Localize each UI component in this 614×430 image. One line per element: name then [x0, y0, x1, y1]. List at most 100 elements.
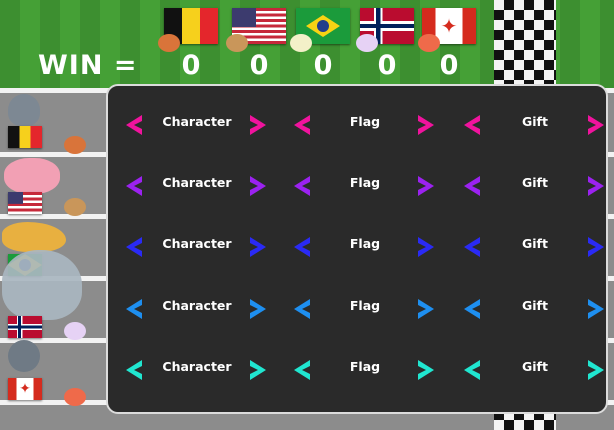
flag-label: Flag — [349, 298, 381, 313]
player-row: Character Flag Gift — [108, 349, 606, 389]
chevron-right-icon — [244, 234, 270, 260]
pig-character — [4, 158, 60, 194]
character-next-button[interactable] — [244, 296, 270, 322]
chevron-left-icon — [290, 234, 316, 260]
chevron-right-icon — [412, 112, 438, 138]
chevron-left-icon — [460, 112, 486, 138]
flag-next-button[interactable] — [412, 173, 438, 199]
flag-next-button[interactable] — [412, 234, 438, 260]
chevron-right-icon — [412, 173, 438, 199]
chevron-left-icon — [290, 357, 316, 383]
player-row: Character Flag Gift — [108, 165, 606, 205]
lane-flag-norway — [8, 316, 42, 338]
chevron-left-icon — [122, 173, 148, 199]
chevron-right-icon — [582, 357, 608, 383]
character-next-button[interactable] — [244, 357, 270, 383]
chevron-right-icon — [244, 357, 270, 383]
gift-selector: Gift — [460, 349, 610, 389]
chevron-right-icon — [244, 296, 270, 322]
character-prev-button[interactable] — [122, 234, 148, 260]
gift-label: Gift — [522, 114, 548, 129]
chevron-right-icon — [582, 112, 608, 138]
gift-token — [64, 198, 86, 216]
gift-prev-button[interactable] — [460, 173, 486, 199]
gift-token — [64, 388, 86, 406]
character-prev-button[interactable] — [122, 112, 148, 138]
chevron-right-icon — [244, 173, 270, 199]
gift-next-button[interactable] — [582, 234, 608, 260]
gift-selector: Gift — [460, 226, 610, 266]
flag-prev-button[interactable] — [290, 112, 316, 138]
flag-prev-button[interactable] — [290, 173, 316, 199]
gift-label: Gift — [522, 359, 548, 374]
chevron-right-icon — [244, 112, 270, 138]
gift-prev-button[interactable] — [460, 234, 486, 260]
character-selector: Character — [122, 288, 272, 328]
chevron-left-icon — [122, 357, 148, 383]
character-selector: Character — [122, 349, 272, 389]
character-prev-button[interactable] — [122, 296, 148, 322]
flag-label: Flag — [349, 359, 381, 374]
chevron-right-icon — [582, 173, 608, 199]
chevron-left-icon — [290, 112, 316, 138]
chevron-right-icon — [412, 234, 438, 260]
flag-selector: Flag — [290, 226, 440, 266]
lane-flag-canada: ✦ — [8, 378, 42, 400]
chevron-left-icon — [290, 296, 316, 322]
gift-next-button[interactable] — [582, 357, 608, 383]
character-next-button[interactable] — [244, 112, 270, 138]
score-player-4: 0 — [377, 50, 397, 81]
character-label: Character — [162, 114, 232, 129]
chevron-left-icon — [122, 234, 148, 260]
chevron-left-icon — [460, 357, 486, 383]
gift-label: Gift — [522, 236, 548, 251]
flag-selector: Flag — [290, 165, 440, 205]
flag-label: Flag — [349, 114, 381, 129]
flag-label: Flag — [349, 236, 381, 251]
flag-selector: Flag — [290, 288, 440, 328]
character-prev-button[interactable] — [122, 357, 148, 383]
gift-next-button[interactable] — [582, 173, 608, 199]
character-selector: Character — [122, 165, 272, 205]
gift-next-button[interactable] — [582, 112, 608, 138]
gift-selector: Gift — [460, 104, 610, 144]
flag-label: Flag — [349, 175, 381, 190]
score-player-3: 0 — [313, 50, 333, 81]
gift-selector: Gift — [460, 165, 610, 205]
flag-prev-button[interactable] — [290, 296, 316, 322]
flag-prev-button[interactable] — [290, 357, 316, 383]
character-next-button[interactable] — [244, 234, 270, 260]
chevron-left-icon — [122, 296, 148, 322]
lane-flag-belgium — [8, 126, 42, 148]
gift-label: Gift — [522, 298, 548, 313]
character-prev-button[interactable] — [122, 173, 148, 199]
flag-prev-button[interactable] — [290, 234, 316, 260]
pigeon-character — [8, 94, 40, 126]
gift-prev-button[interactable] — [460, 357, 486, 383]
win-label: WIN = — [38, 50, 138, 81]
character-label: Character — [162, 175, 232, 190]
flag-selector: Flag — [290, 349, 440, 389]
chevron-right-icon — [412, 357, 438, 383]
gift-prev-button[interactable] — [460, 112, 486, 138]
flag-selector: Flag — [290, 104, 440, 144]
pigeon-character — [8, 340, 40, 372]
player-row: Character Flag Gift — [108, 226, 606, 266]
gift-label: Gift — [522, 175, 548, 190]
score-player-2: 0 — [249, 50, 269, 81]
flag-next-button[interactable] — [412, 296, 438, 322]
gift-prev-button[interactable] — [460, 296, 486, 322]
character-label: Character — [162, 298, 232, 313]
player-row: Character Flag Gift — [108, 104, 606, 144]
gift-selector: Gift — [460, 288, 610, 328]
flag-next-button[interactable] — [412, 112, 438, 138]
gift-token — [64, 322, 86, 340]
player-row: Character Flag Gift — [108, 288, 606, 328]
chevron-left-icon — [460, 234, 486, 260]
character-selector: Character — [122, 226, 272, 266]
chevron-left-icon — [460, 296, 486, 322]
character-next-button[interactable] — [244, 173, 270, 199]
character-selector: Character — [122, 104, 272, 144]
flag-next-button[interactable] — [412, 357, 438, 383]
gift-next-button[interactable] — [582, 296, 608, 322]
